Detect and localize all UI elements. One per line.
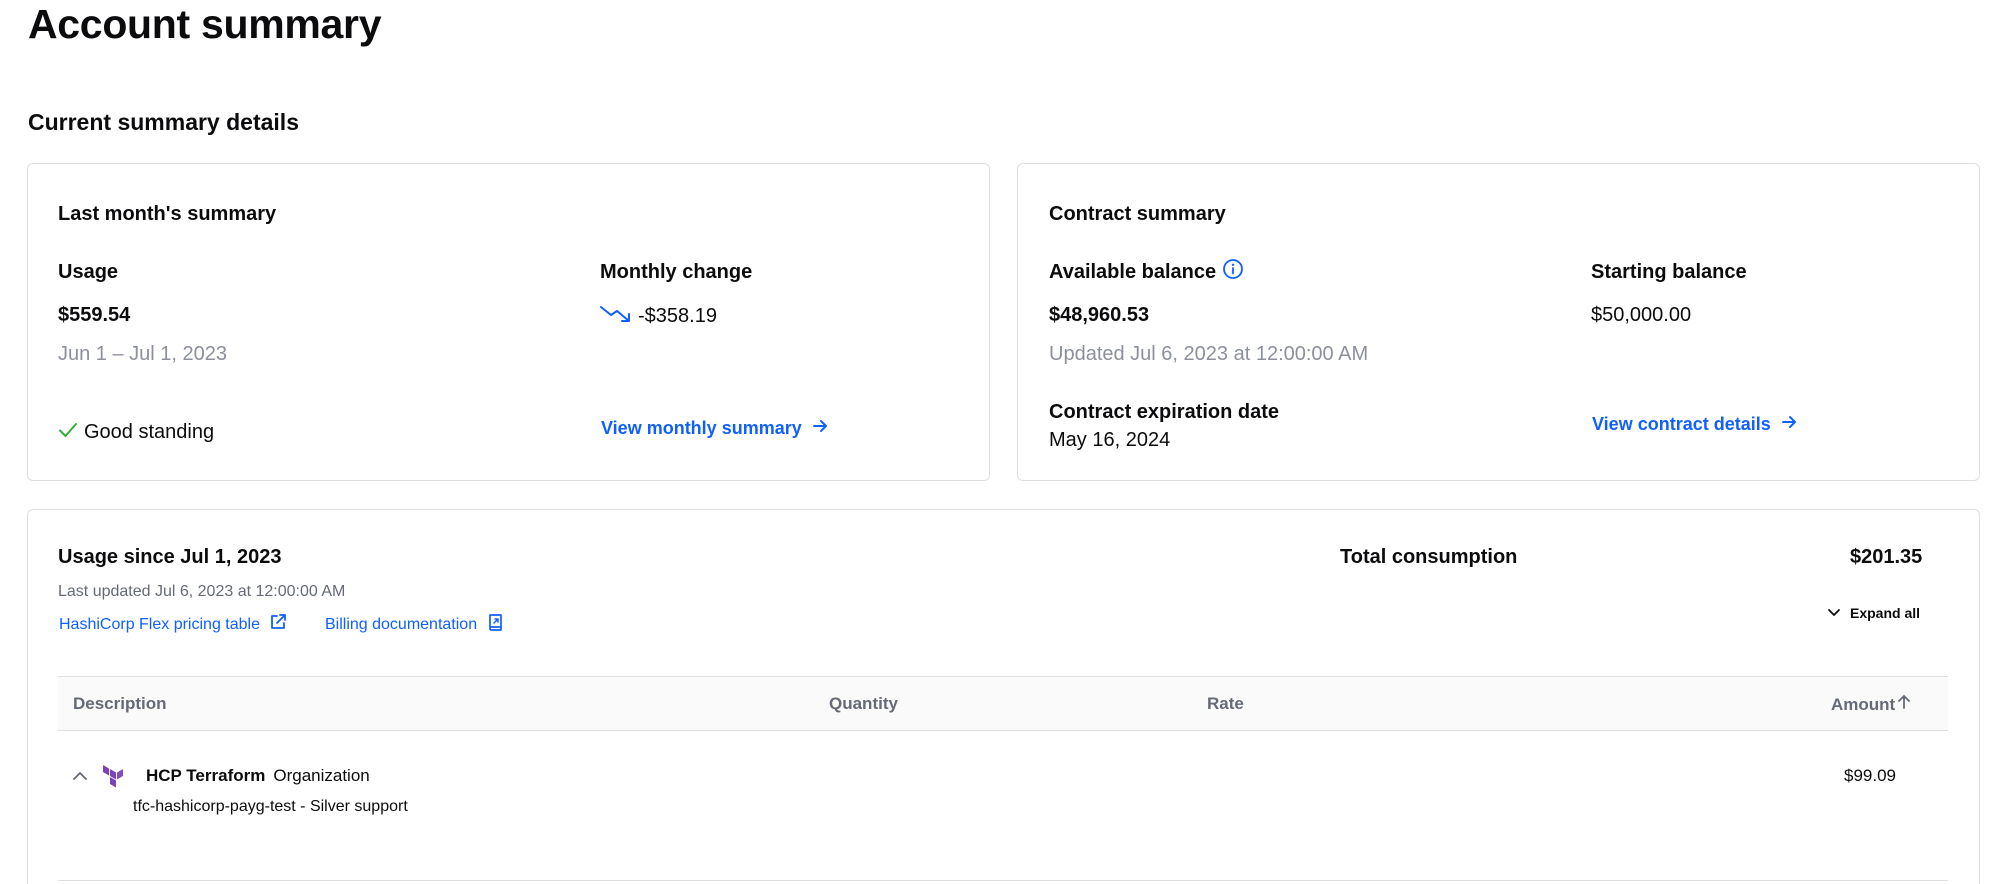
view-monthly-summary-link[interactable]: View monthly summary — [601, 417, 828, 439]
product-type: Organization — [273, 766, 370, 785]
starting-balance-label: Starting balance — [1591, 261, 1747, 283]
balance-updated: Updated Jul 6, 2023 at 12:00:00 AM — [1049, 343, 1369, 365]
product-name: HCP Terraform — [146, 766, 266, 785]
arrow-up-icon — [1897, 694, 1911, 715]
row-amount: $99.09 — [1844, 766, 1896, 785]
usage-table: Description Quantity Rate Amount HCP Ter… — [58, 676, 1948, 881]
billing-documentation-label: Billing documentation — [325, 616, 478, 633]
column-description: Description — [73, 694, 167, 713]
table-header: Description Quantity Rate Amount — [58, 676, 1948, 731]
pricing-table-link[interactable]: HashiCorp Flex pricing table — [59, 613, 287, 637]
usage-last-updated: Last updated Jul 6, 2023 at 12:00:00 AM — [58, 583, 346, 600]
column-rate: Rate — [1207, 694, 1244, 713]
card-heading: Last month's summary — [58, 203, 277, 225]
usage-card: Usage since Jul 1, 2023 Last updated Jul… — [27, 509, 1980, 884]
starting-balance-value: $50,000.00 — [1591, 304, 1692, 326]
standing-status: Good standing — [58, 420, 214, 444]
standing-label: Good standing — [84, 421, 215, 443]
row-product: HCP Terraform Organization — [146, 766, 370, 786]
view-contract-details-label: View contract details — [1592, 414, 1771, 434]
view-contract-details-link[interactable]: View contract details — [1592, 413, 1797, 435]
usage-period: Jun 1 – Jul 1, 2023 — [58, 343, 228, 365]
contract-summary-card: Contract summary Available balance $48,9… — [1017, 163, 1980, 481]
expiration-label: Contract expiration date — [1049, 401, 1280, 423]
usage-heading: Usage since Jul 1, 2023 — [58, 546, 282, 568]
usage-value: $559.54 — [58, 304, 131, 326]
expand-all-label: Expand all — [1850, 605, 1921, 621]
available-balance-value: $48,960.53 — [1049, 304, 1150, 326]
chevron-down-icon — [1827, 605, 1841, 621]
expand-all-button[interactable]: Expand all — [1827, 605, 1920, 621]
column-quantity: Quantity — [829, 694, 898, 713]
docs-link-icon — [486, 613, 504, 637]
total-consumption-value: $201.35 — [1850, 546, 1923, 568]
column-amount-sort[interactable]: Amount — [1831, 694, 1911, 715]
page-title: Account summary — [28, 1, 382, 47]
arrow-right-icon — [812, 417, 828, 439]
column-amount: Amount — [1831, 694, 1896, 714]
section-title: Current summary details — [28, 109, 299, 135]
external-link-icon — [269, 613, 287, 637]
chevron-up-icon[interactable] — [72, 769, 88, 787]
terraform-logo-icon — [102, 764, 124, 793]
monthly-change-value: -$358.19 — [638, 304, 717, 327]
available-balance-label: Available balance — [1049, 260, 1217, 283]
last-month-summary-card: Last month's summary Usage $559.54 Jun 1… — [27, 163, 990, 481]
billing-documentation-link[interactable]: Billing documentation — [325, 613, 504, 637]
arrow-right-icon — [1781, 413, 1797, 435]
usage-label: Usage — [58, 261, 119, 283]
card-heading: Contract summary — [1049, 203, 1226, 225]
check-icon — [58, 421, 78, 444]
table-row: HCP Terraform Organization tfc-hashicorp… — [58, 731, 1948, 881]
available-balance-header: Available balance — [1049, 258, 1244, 285]
trend-down-icon — [600, 303, 632, 328]
row-detail: tfc-hashicorp-payg-test - Silver support — [133, 798, 408, 815]
expiration-value: May 16, 2024 — [1049, 429, 1171, 451]
view-monthly-summary-label: View monthly summary — [601, 418, 802, 438]
pricing-table-label: HashiCorp Flex pricing table — [59, 616, 260, 633]
monthly-change-label: Monthly change — [600, 261, 753, 283]
info-icon[interactable] — [1222, 258, 1244, 285]
total-consumption-label: Total consumption — [1340, 546, 1518, 568]
monthly-change: -$358.19 — [600, 303, 717, 328]
